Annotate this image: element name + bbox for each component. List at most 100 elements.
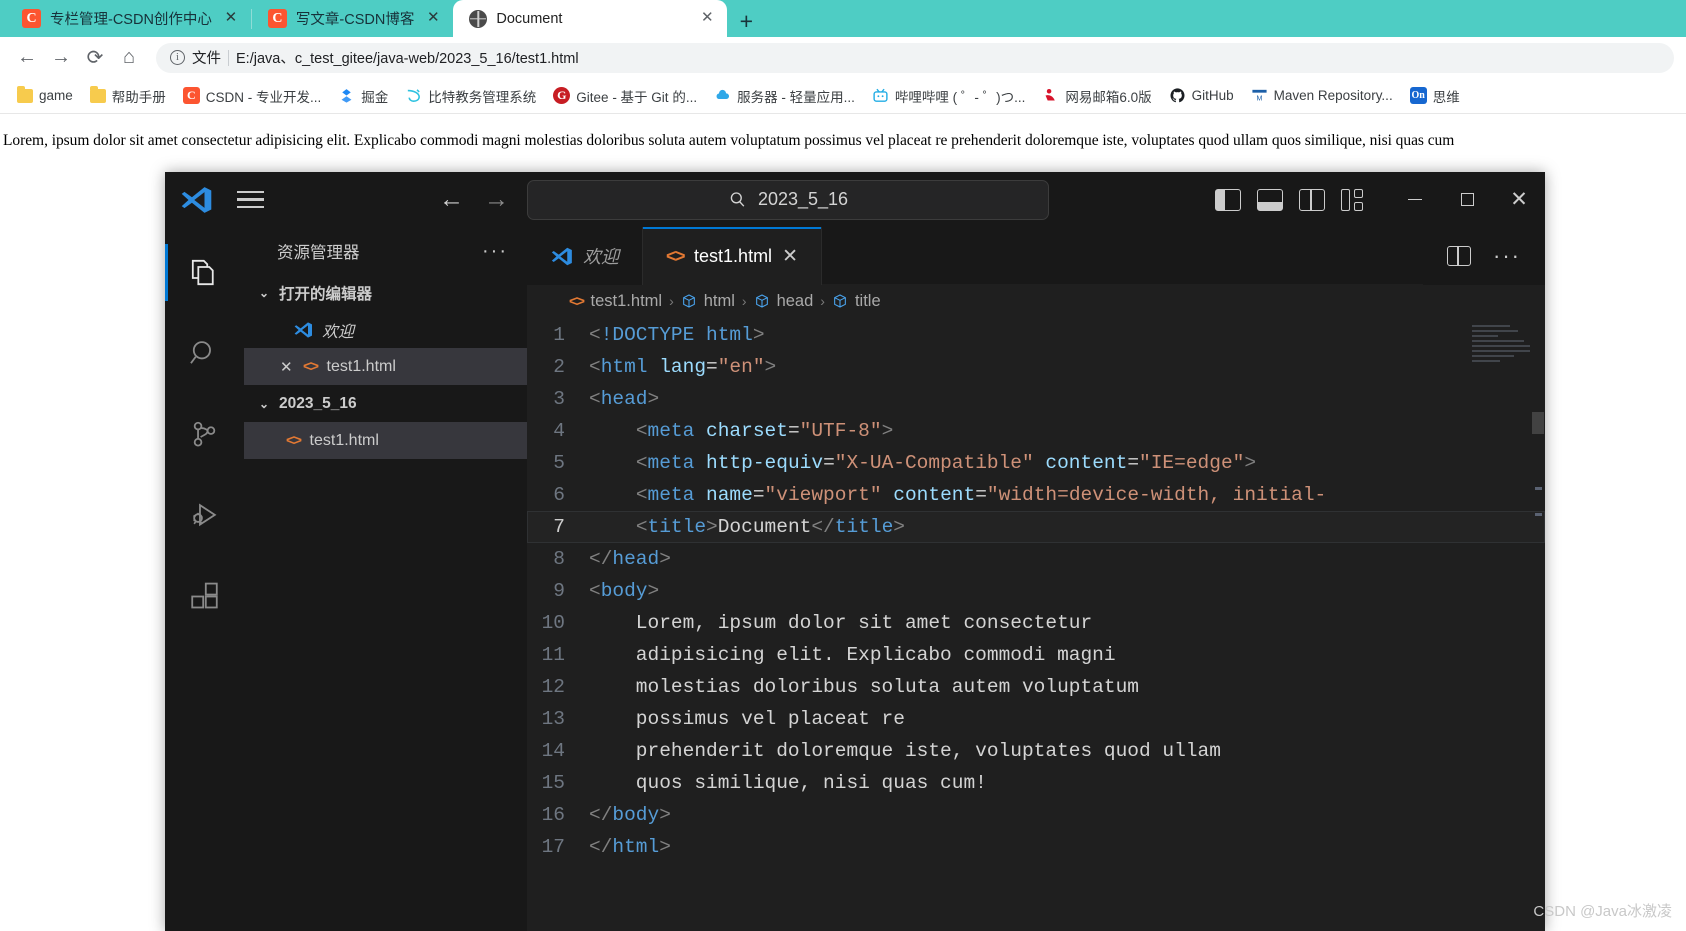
chevron-down-icon: ⌄ (258, 396, 270, 411)
line-text: </head> (589, 548, 671, 570)
breadcrumb-item-file[interactable]: <> test1.html (569, 292, 662, 311)
code-line[interactable]: 11 adipisicing elit. Explicabo commodi m… (527, 639, 1545, 671)
bookmark-github[interactable]: GitHub (1162, 84, 1241, 107)
navigate-forward-icon[interactable]: → (484, 187, 509, 212)
code-line[interactable]: 17 </html> (527, 831, 1545, 863)
forward-icon[interactable]: → (46, 43, 76, 73)
split-editor-icon[interactable] (1447, 246, 1472, 266)
cube-icon (755, 294, 768, 308)
browser-tab-1[interactable]: C 写文章-CSDN博客 ✕ (252, 0, 453, 37)
command-center-search[interactable]: 2023_5_16 (527, 179, 1049, 220)
bookmark-netease-mail[interactable]: 网易邮箱6.0版 (1035, 83, 1158, 109)
bookmark-help-manual[interactable]: 帮助手册 (83, 83, 173, 109)
close-icon[interactable]: ✕ (697, 9, 717, 29)
breadcrumb-item-html[interactable]: html (681, 292, 735, 311)
line-text: <html lang="en"> (589, 356, 777, 378)
activity-run-and-debug[interactable] (165, 483, 244, 548)
new-tab-button[interactable]: + (727, 7, 765, 37)
code-line[interactable]: 9 <body> (527, 575, 1545, 607)
breadcrumb-item-head[interactable]: head (754, 291, 814, 311)
globe-icon (469, 9, 488, 28)
toggle-secondary-sidebar-icon[interactable] (1299, 188, 1325, 211)
code-line[interactable]: 8 </head> (527, 543, 1545, 575)
menu-icon[interactable] (227, 190, 273, 209)
bookmark-bilibili[interactable]: 哔哩哔哩 ( ゜- ゜)つ... (865, 83, 1033, 109)
editor-actions-more-icon[interactable]: ··· (1493, 245, 1521, 267)
activity-explorer[interactable] (165, 240, 244, 305)
code-line[interactable]: 13 possimus vel placeat re (527, 703, 1545, 735)
code-editor[interactable]: 1 <!DOCTYPE html> 2 <html lang="en"> 3 <head>… (527, 317, 1545, 931)
code-line[interactable]: 12 molestias doloribus soluta autem volu… (527, 671, 1545, 703)
file-test1-html[interactable]: <> test1.html (244, 422, 527, 459)
close-icon[interactable]: ✕ (221, 9, 241, 29)
code-line[interactable]: 3 <head> (527, 383, 1545, 415)
vscode-titlebar: ← → 2023_5_16 ✕ (165, 172, 1545, 227)
close-icon[interactable]: ✕ (280, 358, 294, 376)
line-text: quos similique, nisi quas cum! (589, 772, 987, 794)
open-editor-welcome[interactable]: 欢迎 (244, 311, 527, 348)
close-button[interactable]: ✕ (1493, 172, 1545, 227)
code-line[interactable]: 6 <meta name="viewport" content="width=d… (527, 479, 1545, 511)
line-text: molestias doloribus soluta autem volupta… (589, 676, 1139, 698)
editor-tab-welcome[interactable]: 欢迎 (527, 227, 643, 285)
code-line[interactable]: 16 </body> (527, 799, 1545, 831)
code-line[interactable]: 15 quos similique, nisi quas cum! (527, 767, 1545, 799)
bookmark-game[interactable]: game (10, 85, 80, 106)
address-bar[interactable]: i 文件 E:/java、c_test_gitee/java-web/2023_… (156, 42, 1674, 73)
bookmark-bit-edu[interactable]: 比特教务管理系统 (398, 83, 543, 109)
maximize-button[interactable] (1441, 172, 1493, 227)
toggle-panel-icon[interactable] (1257, 188, 1283, 211)
bookmark-juejin[interactable]: 掘金 (331, 83, 395, 109)
activity-search[interactable] (165, 321, 244, 386)
code-line[interactable]: 1 <!DOCTYPE html> (527, 319, 1545, 351)
back-icon[interactable]: ← (12, 43, 42, 73)
code-line[interactable]: 2 <html lang="en"> (527, 351, 1545, 383)
folder-icon (17, 85, 33, 103)
scrollbar-thumb[interactable] (1532, 412, 1544, 434)
info-icon[interactable]: i (170, 50, 185, 65)
explorer-more-icon[interactable]: ··· (482, 241, 508, 261)
browser-tab-0[interactable]: C 专栏管理-CSDN创作中心 ✕ (6, 0, 251, 37)
close-icon[interactable]: ✕ (782, 245, 798, 268)
tab-label: test1.html (694, 245, 773, 266)
editor-tab-bar: 欢迎 <> test1.html ✕ ··· (527, 227, 1545, 285)
code-line[interactable]: 4 <meta charset="UTF-8"> (527, 415, 1545, 447)
bookmark-label: game (39, 88, 73, 103)
minimize-button[interactable] (1389, 172, 1441, 227)
toggle-primary-sidebar-icon[interactable] (1215, 188, 1241, 211)
breadcrumb-item-title[interactable]: title (832, 292, 881, 311)
home-icon[interactable]: ⌂ (114, 43, 144, 73)
minimap[interactable] (1472, 325, 1532, 385)
breadcrumb-label: head (776, 291, 814, 310)
line-number: 10 (541, 612, 565, 634)
on-icon: On (1409, 87, 1427, 104)
bookmark-gitee[interactable]: G Gitee - 基于 Git 的... (546, 83, 704, 109)
open-editor-test1-html[interactable]: ✕ <> test1.html (244, 348, 527, 385)
bookmark-server[interactable]: 服务器 - 轻量应用... (707, 83, 862, 109)
reload-icon[interactable]: ⟳ (80, 43, 110, 73)
folder-label: 2023_5_16 (279, 394, 357, 412)
extensions-icon (191, 582, 218, 609)
editor-tab-test1-html[interactable]: <> test1.html ✕ (643, 227, 822, 285)
browser-tab-2[interactable]: Document ✕ (453, 0, 728, 37)
bookmark-csdn[interactable]: C CSDN - 专业开发... (176, 83, 329, 109)
customize-layout-icon[interactable] (1341, 188, 1367, 211)
html-icon: <> (666, 245, 686, 266)
code-line[interactable]: 14 prehenderit doloremque iste, voluptat… (527, 735, 1545, 767)
code-line[interactable]: 10 Lorem, ipsum dolor sit amet consectet… (527, 607, 1545, 639)
open-editor-label: test1.html (326, 357, 396, 375)
vscode-icon (551, 247, 572, 265)
navigate-back-icon[interactable]: ← (439, 187, 464, 212)
activity-extensions[interactable] (165, 564, 244, 629)
code-content[interactable]: 1 <!DOCTYPE html> 2 <html lang="en"> 3 <head>… (527, 317, 1545, 931)
code-line[interactable]: 7 <title>Document</title> (527, 511, 1545, 543)
code-line[interactable]: 5 <meta http-equiv="X-UA-Compatible" con… (527, 447, 1545, 479)
section-open-editors[interactable]: ⌄ 打开的编辑器 (244, 274, 527, 311)
bookmark-maven-repository[interactable]: M Maven Repository... (1244, 84, 1400, 107)
editor-scrollbar[interactable] (1531, 317, 1545, 931)
section-folder-2023-5-16[interactable]: ⌄ 2023_5_16 (244, 385, 527, 422)
bookmark-on[interactable]: On 思维 (1403, 83, 1467, 109)
watermark: CSDN @Java冰激凌 (1533, 903, 1672, 920)
activity-source-control[interactable] (165, 402, 244, 467)
close-icon[interactable]: ✕ (423, 9, 443, 29)
